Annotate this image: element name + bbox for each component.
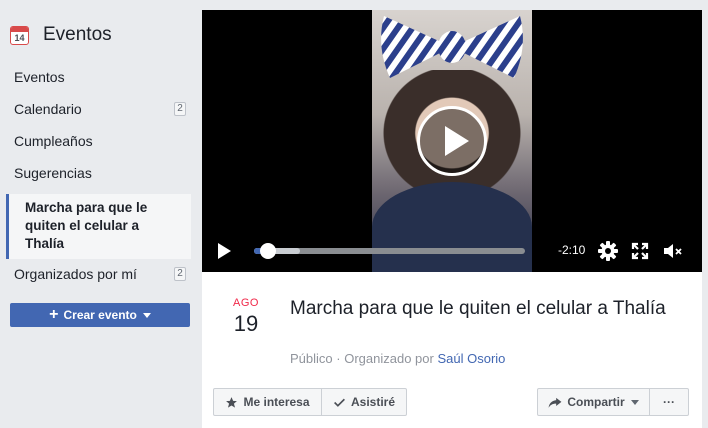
sidebar-item-calendario[interactable]: Calendario 2 (0, 96, 200, 128)
sidebar-item-label: Organizados por mí (14, 266, 137, 282)
sidebar-item-eventos[interactable]: Eventos (0, 64, 200, 96)
create-event-label: Crear evento (63, 308, 137, 322)
event-title: Marcha para que le quiten el celular a T… (290, 298, 666, 319)
more-options-button[interactable]: ··· (649, 388, 689, 416)
interested-label: Me interesa (243, 395, 310, 409)
caret-down-icon (630, 399, 639, 405)
sidebar-item-label: Sugerencias (14, 165, 92, 181)
count-badge: 2 (174, 267, 186, 281)
video-player[interactable]: -2:10 (202, 10, 702, 272)
time-remaining: -2:10 (558, 243, 586, 257)
event-meta: Público · Organizado por Saúl Osorio (290, 351, 505, 366)
sidebar-item-sugerencias[interactable]: Sugerencias (0, 160, 200, 192)
sidebar-item-label: Cumpleaños (14, 133, 93, 149)
sidebar-item-label: Marcha para que le quiten el celular a T… (25, 200, 148, 251)
scrubber-handle[interactable] (259, 243, 276, 259)
share-button[interactable]: Compartir (537, 388, 650, 416)
calendar-icon: 14 (10, 25, 29, 45)
count-badge: 2 (174, 102, 186, 116)
play-overlay-button[interactable] (417, 106, 487, 176)
progress-track[interactable] (254, 248, 525, 254)
star-icon (226, 396, 238, 408)
event-day: 19 (233, 311, 259, 336)
checkmark-icon (334, 398, 345, 407)
share-arrow-icon (548, 397, 562, 408)
bow-illustration (381, 16, 523, 78)
interested-button[interactable]: Me interesa (213, 388, 322, 416)
event-month: AGO (233, 297, 259, 309)
sidebar-item-cumpleanos[interactable]: Cumpleaños (0, 128, 200, 160)
caret-down-icon (142, 312, 151, 318)
sidebar-item-label: Eventos (14, 69, 65, 85)
going-button[interactable]: Asistiré (321, 388, 407, 416)
settings-gear-icon[interactable] (597, 240, 619, 262)
plus-icon: + (49, 306, 59, 323)
organizer-link[interactable]: Saúl Osorio (437, 351, 505, 366)
sidebar-item-organizados[interactable]: Organizados por mí 2 (0, 261, 200, 293)
privacy-label: Público (290, 351, 333, 366)
fullscreen-icon[interactable] (629, 240, 651, 262)
sidebar-item-label: Calendario (14, 101, 82, 117)
volume-muted-icon[interactable] (661, 240, 683, 262)
more-options-label: ··· (663, 395, 675, 409)
organized-by-label: Organizado por (344, 351, 434, 366)
sidebar: 14 Eventos Eventos Calendario 2 Cumpleañ… (0, 0, 200, 428)
app-title: Eventos (43, 24, 112, 45)
play-icon[interactable] (218, 243, 231, 259)
sidebar-nav: Eventos Calendario 2 Cumpleaños Sugerenc… (0, 64, 200, 293)
sidebar-item-current-event[interactable]: Marcha para que le quiten el celular a T… (6, 194, 191, 259)
video-controls: -2:10 (202, 232, 702, 272)
event-date: AGO 19 (222, 297, 270, 337)
going-label: Asistiré (350, 395, 396, 409)
create-event-button[interactable]: + Crear evento (10, 303, 190, 327)
event-main: -2:10 AGO 19 Marcha para que le quiten e… (202, 10, 702, 428)
meta-separator: · (336, 351, 341, 366)
share-label: Compartir (567, 395, 625, 409)
app-header[interactable]: 14 Eventos (10, 24, 112, 46)
